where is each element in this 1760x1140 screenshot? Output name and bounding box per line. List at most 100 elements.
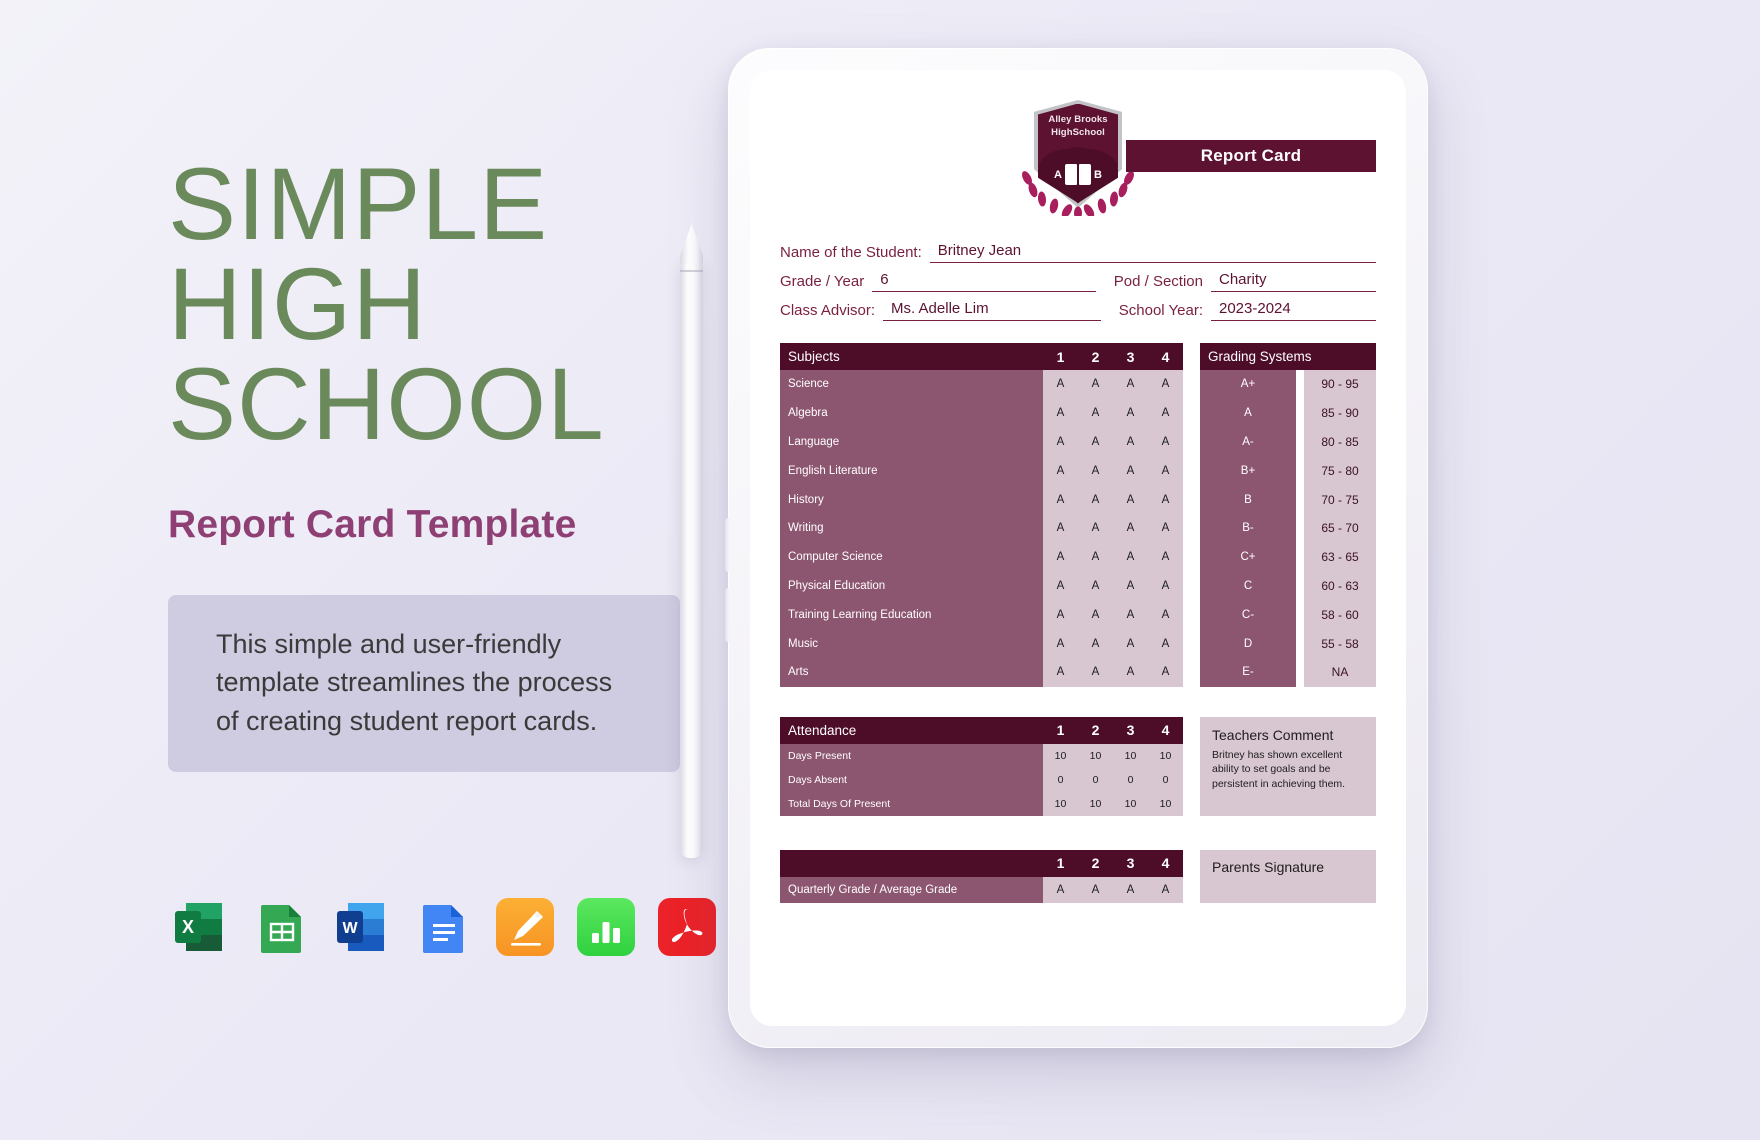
table-cell[interactable]: A — [1043, 658, 1078, 687]
table-cell[interactable]: A — [1078, 877, 1113, 903]
table-cell[interactable]: A — [1113, 877, 1148, 903]
table-cell[interactable]: A — [1148, 514, 1183, 543]
table-cell[interactable]: A — [1113, 485, 1148, 514]
table-cell[interactable]: A — [1113, 370, 1148, 399]
table-row-label: Computer Science — [788, 551, 883, 564]
table-cell[interactable]: A — [1078, 456, 1113, 485]
attendance-comment-row: Attendance 1 2 3 4 Days Present Days Absent T… — [780, 716, 1376, 816]
school-name: Alley Brooks HighSchool — [1038, 113, 1118, 140]
format-icon-row: X W — [172, 898, 716, 956]
google-sheets-icon[interactable] — [253, 898, 311, 956]
table-cell[interactable]: A — [1043, 543, 1078, 572]
pdf-icon[interactable] — [658, 898, 716, 956]
teachers-comment-text: Britney has shown excellent ability to s… — [1212, 748, 1346, 790]
table-cell[interactable]: A — [1148, 877, 1183, 903]
table-cell[interactable]: A — [1113, 658, 1148, 687]
quarter-header-4: 4 — [1161, 855, 1170, 872]
table-cell[interactable]: A — [1113, 572, 1148, 601]
table-cell[interactable]: A — [1078, 485, 1113, 514]
table-cell[interactable]: 10 — [1148, 744, 1183, 768]
table-cell[interactable]: A — [1148, 629, 1183, 658]
table-cell[interactable]: A — [1078, 428, 1113, 457]
table-cell[interactable]: A — [1113, 399, 1148, 428]
quarter-header-1: 1 — [1056, 855, 1065, 872]
apple-pages-icon[interactable] — [496, 898, 554, 956]
table-cell[interactable]: A — [1043, 428, 1078, 457]
table-cell[interactable]: 0 — [1113, 768, 1148, 792]
table-cell[interactable]: A — [1043, 485, 1078, 514]
table-cell[interactable]: A — [1148, 658, 1183, 687]
table-cell[interactable]: A — [1148, 428, 1183, 457]
google-docs-icon[interactable] — [415, 898, 473, 956]
table-cell[interactable]: A — [1148, 456, 1183, 485]
school-year-field[interactable]: 2023-2024 — [1211, 300, 1376, 321]
table-cell[interactable]: A — [1043, 600, 1078, 629]
table-cell[interactable]: A — [1078, 370, 1113, 399]
table-cell[interactable]: A — [1043, 399, 1078, 428]
report-card-badge: Report Card — [1126, 140, 1376, 172]
table-cell[interactable]: A — [1148, 543, 1183, 572]
parents-signature-box[interactable]: Parents Signature — [1200, 849, 1376, 903]
table-cell[interactable]: 10 — [1078, 792, 1113, 816]
grade-year-label: Grade / Year — [780, 273, 865, 290]
table-cell[interactable]: A — [1113, 600, 1148, 629]
table-row-label: Algebra — [788, 407, 828, 420]
student-name-field[interactable]: Britney Jean — [929, 242, 1376, 263]
table-cell[interactable]: A — [1043, 456, 1078, 485]
class-advisor-field[interactable]: Ms. Adelle Lim — [883, 300, 1101, 321]
table-cell[interactable]: A — [1148, 370, 1183, 399]
table-cell[interactable]: A — [1148, 600, 1183, 629]
description-text: This simple and user-friendly template s… — [216, 628, 613, 736]
table-cell[interactable]: A — [1078, 543, 1113, 572]
table-cell[interactable]: 0 — [1043, 768, 1078, 792]
value-column-2: AAAAAAAAAAA — [1078, 370, 1113, 687]
table-cell[interactable]: A — [1113, 629, 1148, 658]
table-cell[interactable]: A — [1113, 514, 1148, 543]
table-cell[interactable]: A — [1148, 399, 1183, 428]
teachers-comment-box[interactable]: Teachers Comment Britney has shown excel… — [1200, 716, 1376, 816]
table-cell[interactable]: 10 — [1043, 744, 1078, 768]
table-cell[interactable]: A — [1043, 572, 1078, 601]
table-cell[interactable]: 10 — [1078, 744, 1113, 768]
apple-numbers-icon[interactable] — [577, 898, 635, 956]
table-cell[interactable]: A — [1113, 456, 1148, 485]
table-cell[interactable]: A — [1043, 629, 1078, 658]
volume-down-button[interactable] — [725, 588, 729, 642]
table-cell[interactable]: A — [1078, 629, 1113, 658]
excel-icon[interactable]: X — [172, 898, 230, 956]
grade-year-field[interactable]: 6 — [872, 271, 1096, 292]
table-cell[interactable]: A — [1113, 543, 1148, 572]
table-cell[interactable]: A — [1078, 514, 1113, 543]
pod-section-field[interactable]: Charity — [1211, 271, 1376, 292]
table-cell[interactable]: 10 — [1113, 792, 1148, 816]
value-column-1: A — [1043, 877, 1078, 903]
table-row-label: Language — [788, 435, 840, 448]
table-cell[interactable]: A — [1113, 428, 1148, 457]
word-icon[interactable]: W — [334, 898, 392, 956]
table-cell[interactable]: A — [1043, 514, 1078, 543]
grade-letter-cell: C+ — [1240, 551, 1256, 564]
grade-letter-cell: A — [1244, 407, 1252, 420]
table-cell[interactable]: 10 — [1113, 744, 1148, 768]
table-cell[interactable]: 10 — [1148, 792, 1183, 816]
grade-letter-cell: E- — [1242, 666, 1254, 679]
table-cell[interactable]: A — [1078, 658, 1113, 687]
table-cell[interactable]: 0 — [1078, 768, 1113, 792]
table-cell[interactable]: A — [1078, 600, 1113, 629]
table-row-label: Science — [788, 378, 829, 391]
volume-up-button[interactable] — [725, 518, 729, 572]
grading-table-header: Grading Systems — [1200, 343, 1376, 370]
grading-systems-table: Grading Systems A+ A A- B+ B B- C+ C C- D E- 90 - … — [1200, 343, 1376, 687]
quarter-header-3: 3 — [1126, 722, 1135, 739]
table-cell[interactable]: A — [1148, 485, 1183, 514]
table-cell[interactable]: A — [1148, 572, 1183, 601]
table-cell[interactable]: 10 — [1043, 792, 1078, 816]
table-cell[interactable]: A — [1043, 877, 1078, 903]
grade-letter-cell: B — [1244, 493, 1252, 506]
table-cell[interactable]: A — [1043, 370, 1078, 399]
table-cell[interactable]: A — [1078, 572, 1113, 601]
table-cell[interactable]: 0 — [1148, 768, 1183, 792]
table-cell[interactable]: A — [1078, 399, 1113, 428]
grade-range-cell: 58 - 60 — [1321, 607, 1359, 622]
quarter-header-4: 4 — [1161, 348, 1170, 365]
